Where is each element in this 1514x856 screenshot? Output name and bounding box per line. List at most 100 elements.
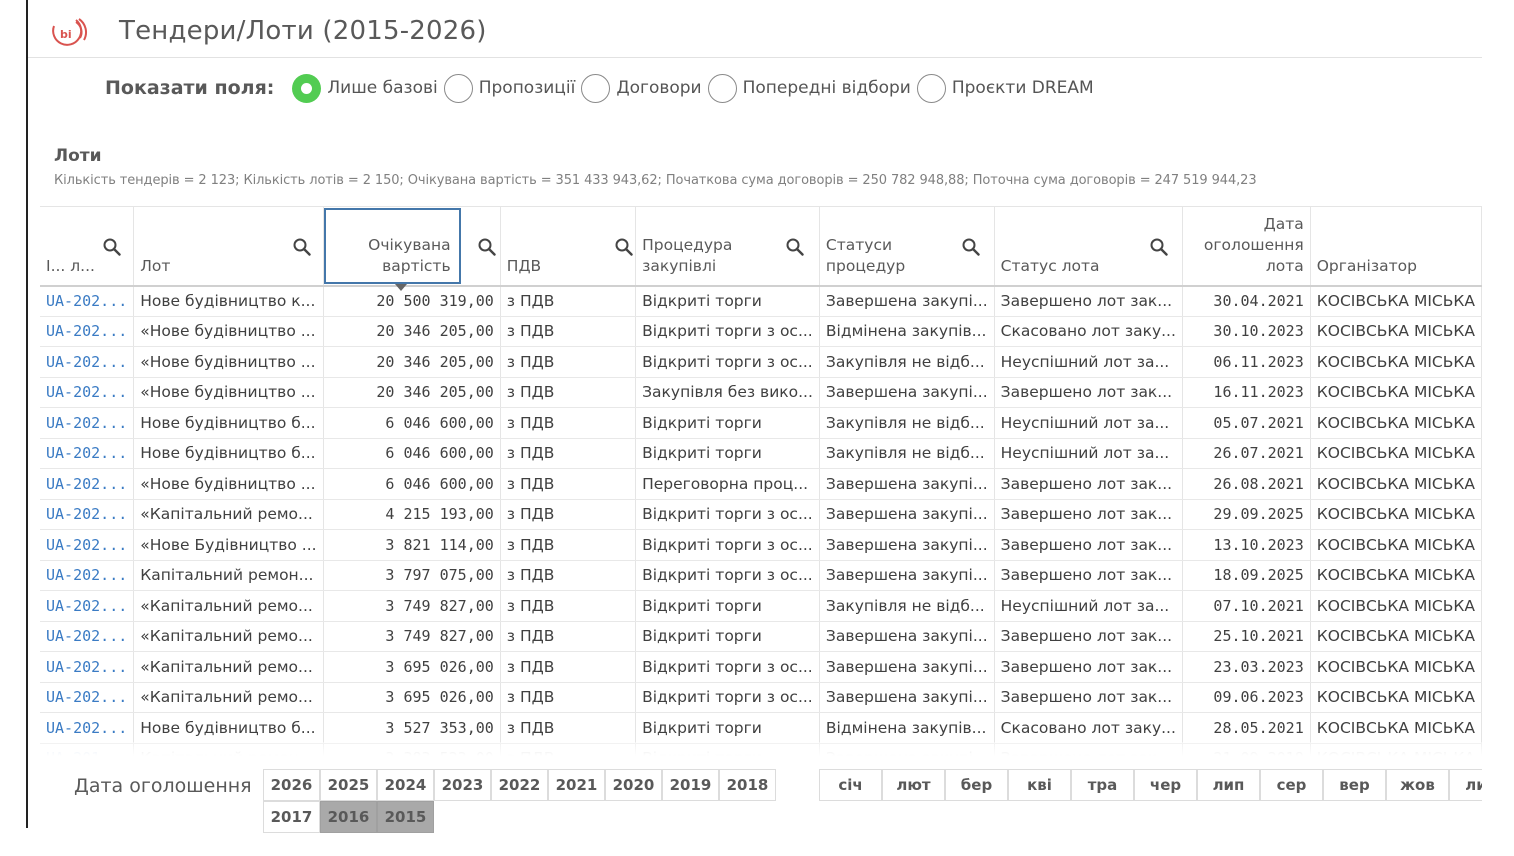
month-button[interactable]: сер: [1260, 769, 1323, 801]
lots-table[interactable]: І... л... Лот Очікувана вартість ПДВ Процеду…: [40, 206, 1482, 756]
tender-id-link[interactable]: UA-202...: [40, 560, 135, 591]
column-header-1[interactable]: Лот: [133, 206, 324, 287]
table-row[interactable]: UA-202... Нове будівництво б... 3 527 353,…: [40, 712, 1482, 744]
table-cell: 26.07.2021: [1182, 438, 1311, 469]
month-button[interactable]: жов: [1386, 769, 1449, 801]
table-cell: 3 695 026,00: [323, 651, 501, 683]
column-header-2[interactable]: Очікувана вартість: [323, 206, 501, 291]
column-header-6[interactable]: Статус лота: [994, 206, 1183, 287]
year-button-2023[interactable]: 2023: [434, 769, 491, 801]
table-row[interactable]: UA-202... Капітальний ремон... 3 797 075,0…: [40, 560, 1482, 591]
table-cell: Закупівля без вико...: [635, 377, 820, 408]
table-row[interactable]: UA-202... «Нове будівництво ... 6 046 600,…: [40, 468, 1482, 500]
search-icon[interactable]: [962, 238, 980, 256]
year-button-2021[interactable]: 2021: [548, 769, 605, 801]
table-row[interactable]: UA-202... «Капітальний ремо... 3 695 026,0…: [40, 682, 1482, 713]
search-icon[interactable]: [786, 238, 804, 256]
table-cell: КОСІВСЬКА МІСЬКА: [1310, 285, 1482, 317]
column-header-7[interactable]: Дата оголошення лота: [1182, 206, 1311, 287]
year-button-2020[interactable]: 2020: [605, 769, 662, 801]
tender-id-link[interactable]: UA-202...: [40, 285, 135, 317]
search-icon[interactable]: [103, 238, 121, 256]
month-button[interactable]: лют: [882, 769, 945, 801]
table-cell: Відкриті торги: [635, 621, 820, 652]
tender-id-link[interactable]: UA-202...: [40, 499, 135, 530]
field-option-0[interactable]: Лише базові: [292, 73, 438, 103]
table-cell: Закупівля не відб...: [819, 407, 995, 439]
tender-id-link[interactable]: UA-202...: [40, 377, 135, 408]
year-button-2018[interactable]: 2018: [719, 769, 776, 801]
field-option-3[interactable]: Попередні відбори: [707, 73, 911, 103]
month-button[interactable]: бер: [945, 769, 1008, 801]
table-cell: 25.10.2021: [1182, 621, 1311, 652]
table-row[interactable]: UA-202... Нове будівництво к... 20 500 319…: [40, 285, 1482, 317]
month-button[interactable]: лис: [1449, 769, 1482, 801]
table-row[interactable]: UA-202... «Капітальний ремо... 4 215 193,0…: [40, 499, 1482, 530]
tender-id-link[interactable]: UA-202...: [40, 651, 135, 683]
month-button[interactable]: тра: [1071, 769, 1134, 801]
tender-id-link[interactable]: UA-202...: [40, 316, 135, 347]
table-cell: 20 346 205,00: [323, 316, 501, 347]
year-button-2016[interactable]: 2016: [320, 801, 377, 833]
field-option-2[interactable]: Договори: [581, 73, 702, 103]
table-cell: Відкриті торги: [635, 590, 820, 622]
tender-id-link[interactable]: UA-202...: [40, 529, 135, 561]
table-row[interactable]: UA-202... «Капітальний ремо... 3 749 827,0…: [40, 621, 1482, 652]
year-button-2024[interactable]: 2024: [377, 769, 434, 801]
radio-selected-icon[interactable]: [292, 73, 322, 103]
search-icon[interactable]: [293, 238, 311, 256]
field-option-4[interactable]: Проєкти DREAM: [916, 73, 1094, 103]
tender-id-link[interactable]: UA-202...: [40, 407, 135, 439]
table-cell: Завершена закупі...: [819, 468, 995, 500]
tender-id-link[interactable]: UA-202...: [40, 468, 135, 500]
tender-id-link[interactable]: UA-202...: [40, 682, 135, 713]
tender-id-link[interactable]: UA-202...: [40, 712, 135, 744]
search-icon[interactable]: [1150, 238, 1168, 256]
table-cell: КОСІВСЬКА МІСЬКА: [1310, 651, 1482, 683]
table-cell: «Нове Будівництво ...: [133, 529, 324, 561]
search-icon[interactable]: [615, 238, 633, 256]
table-row[interactable]: UA-202... «Капітальний ремо... 3 695 026,0…: [40, 651, 1482, 683]
month-button[interactable]: вер: [1323, 769, 1386, 801]
column-header-8[interactable]: Організатор: [1310, 206, 1482, 287]
column-header-3[interactable]: ПДВ: [500, 206, 637, 287]
table-row[interactable]: UA-202... Нове будівництво б... 6 046 600,…: [40, 407, 1482, 439]
radio-empty-icon[interactable]: [916, 73, 946, 103]
year-button-2025[interactable]: 2025: [320, 769, 377, 801]
table-row[interactable]: UA-202... «Нове будівництво ... 20 346 205…: [40, 377, 1482, 408]
month-button[interactable]: січ: [819, 769, 882, 801]
table-row[interactable]: UA-202... «Нове Будівництво ... 3 821 114,…: [40, 529, 1482, 561]
radio-empty-icon[interactable]: [443, 73, 473, 103]
month-button[interactable]: чер: [1134, 769, 1197, 801]
radio-empty-icon[interactable]: [581, 73, 611, 103]
table-cell: 3 749 827,00: [323, 621, 501, 652]
table-row[interactable]: UA-202... «Капітальний ремо... 3 749 827,0…: [40, 590, 1482, 622]
tender-id-link[interactable]: UA-202...: [40, 590, 135, 622]
column-header-4[interactable]: Процедура закупівлі: [635, 206, 820, 287]
field-option-1[interactable]: Пропозиції: [443, 73, 576, 103]
table-cell: 20 346 205,00: [323, 377, 501, 408]
table-cell: з ПДВ: [500, 712, 637, 744]
month-button[interactable]: лип: [1197, 769, 1260, 801]
table-cell: 07.10.2021: [1182, 590, 1311, 622]
table-cell: «Нове будівництво ...: [133, 468, 324, 500]
table-cell: Капітальний ремон...: [133, 560, 324, 591]
tender-id-link[interactable]: UA-202...: [40, 346, 135, 378]
year-button-2019[interactable]: 2019: [662, 769, 719, 801]
month-button[interactable]: кві: [1008, 769, 1071, 801]
search-icon[interactable]: [478, 238, 496, 256]
tender-id-link[interactable]: UA-202...: [40, 621, 135, 652]
table-row[interactable]: UA-202... «Нове будівництво ... 20 346 205…: [40, 316, 1482, 347]
field-option-label: Пропозиції: [478, 78, 576, 98]
year-button-2026[interactable]: 2026: [263, 769, 320, 801]
table-row[interactable]: UA-202... «Нове будівництво ... 20 346 205…: [40, 346, 1482, 378]
table-row[interactable]: UA-202... Нове будівництво б... 6 046 600,…: [40, 438, 1482, 469]
radio-empty-icon[interactable]: [707, 73, 737, 103]
year-button-2022[interactable]: 2022: [491, 769, 548, 801]
tender-id-link[interactable]: UA-202...: [40, 438, 135, 469]
table-cell: Відкриті торги з ос...: [635, 499, 820, 530]
column-header-0[interactable]: І... л...: [40, 206, 135, 287]
year-button-2015[interactable]: 2015: [377, 801, 434, 833]
column-header-5[interactable]: Статуси процедур: [819, 206, 995, 287]
year-button-2017[interactable]: 2017: [263, 801, 320, 833]
